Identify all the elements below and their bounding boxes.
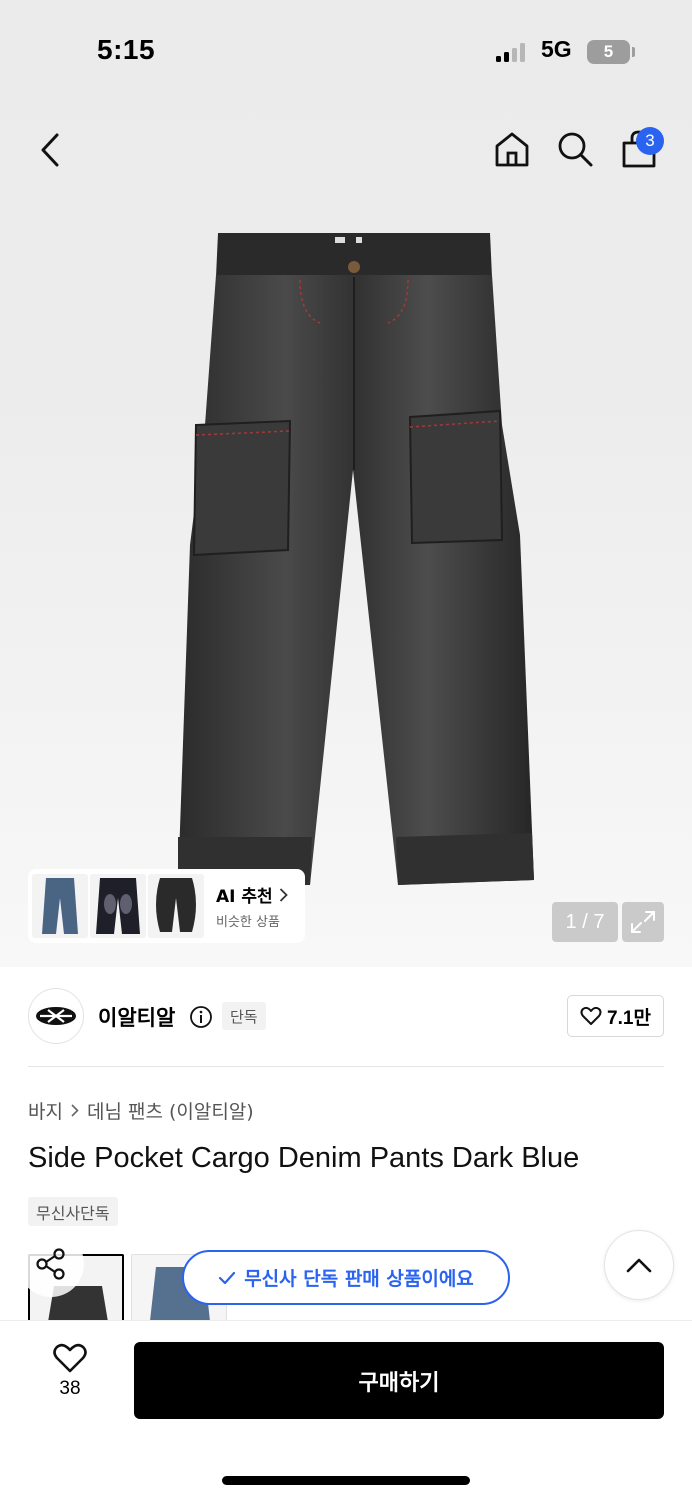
- battery-nub: [632, 47, 635, 57]
- toast-message: 무신사 단독 판매 상품이에요: [244, 1268, 474, 1290]
- share-button[interactable]: [18, 1231, 84, 1297]
- recommend-thumb-3[interactable]: [148, 874, 204, 938]
- exclusive-tag: 단독: [222, 1002, 266, 1030]
- ai-recommend-card[interactable]: AI 추천 비슷한 상품: [28, 869, 305, 943]
- ai-recommend-title: AI 추천: [216, 882, 288, 907]
- buy-button[interactable]: 구매하기: [134, 1342, 664, 1419]
- network-type: 5G: [541, 36, 572, 62]
- cart-count-badge: 3: [636, 127, 664, 155]
- expand-button[interactable]: [622, 902, 664, 942]
- search-icon: [558, 132, 593, 167]
- brand-like-count: 7.1만: [607, 1007, 651, 1029]
- check-icon: [219, 1271, 236, 1284]
- brand-like-button[interactable]: 7.1만: [567, 995, 664, 1037]
- breadcrumb-subcategory[interactable]: 데님 팬츠 (이알티알): [87, 1097, 254, 1124]
- heart-icon: [580, 1006, 602, 1025]
- product-title: Side Pocket Cargo Denim Pants Dark Blue: [28, 1142, 580, 1174]
- home-icon: [495, 132, 529, 167]
- pants-thumb-icon: [148, 874, 204, 938]
- chevron-up-icon: [626, 1258, 652, 1273]
- expand-icon: [631, 911, 655, 933]
- recommend-thumb-1[interactable]: [32, 874, 88, 938]
- signal-icon: [496, 42, 525, 62]
- jeans-thumb-icon: [90, 874, 146, 938]
- divider: [28, 1066, 664, 1067]
- share-icon: [36, 1248, 65, 1280]
- home-button[interactable]: [490, 127, 534, 171]
- info-icon[interactable]: [189, 1005, 213, 1029]
- exclusive-toast: 무신사 단독 판매 상품이에요: [182, 1250, 510, 1305]
- wishlist-button[interactable]: 38: [40, 1342, 100, 1416]
- chevron-right-icon: [71, 1104, 79, 1117]
- brand-logo[interactable]: [28, 988, 84, 1044]
- chevron-left-icon: [41, 133, 59, 167]
- breadcrumb-category[interactable]: 바지: [28, 1097, 63, 1124]
- chevron-right-icon: [279, 887, 288, 902]
- ai-recommend-subtitle: 비슷한 상품: [216, 915, 280, 930]
- scroll-to-top-button[interactable]: [604, 1230, 674, 1300]
- heart-icon: [53, 1343, 87, 1373]
- breadcrumb: 바지 데님 팬츠 (이알티알): [28, 1097, 254, 1124]
- musinsa-exclusive-tag: 무신사단독: [28, 1197, 118, 1226]
- status-time: 5:15: [97, 34, 156, 65]
- recommend-thumb-2[interactable]: [90, 874, 146, 938]
- image-page-counter: 1 / 7: [552, 902, 618, 942]
- product-photo: [178, 233, 534, 885]
- home-indicator: [222, 1476, 470, 1485]
- search-button[interactable]: [553, 127, 597, 171]
- back-button[interactable]: [30, 128, 70, 172]
- brand-name[interactable]: 이알티알: [98, 1002, 175, 1032]
- wishlist-count: 38: [59, 1378, 81, 1399]
- battery-icon: 5: [587, 40, 630, 64]
- brand-logo-icon: [36, 1007, 76, 1025]
- jeans-thumb-icon: [32, 874, 88, 938]
